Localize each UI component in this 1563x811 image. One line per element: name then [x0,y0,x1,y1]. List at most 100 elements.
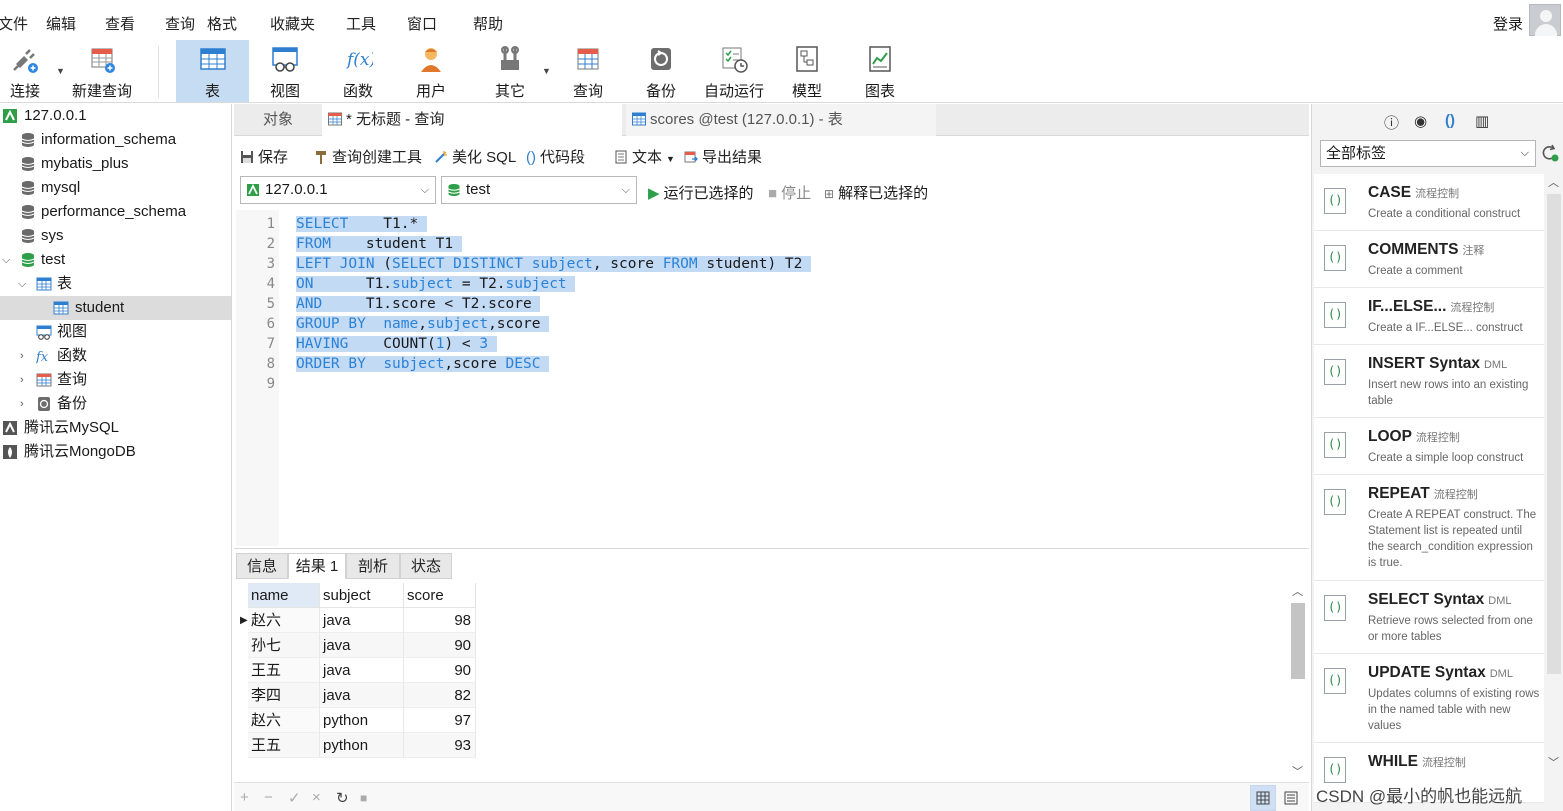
tag-filter-select[interactable]: 全部标签 ⌵ [1320,140,1536,167]
menu-query[interactable]: 查询 [165,13,195,34]
table-cell[interactable]: 90 [404,633,476,658]
chevron-up-icon[interactable]: ︿ [1292,583,1303,599]
menu-window[interactable]: 窗口 [407,13,437,34]
explain-selected-button[interactable]: ⊞ 解释已选择的 [824,182,928,203]
table-cell[interactable]: 93 [404,733,476,758]
text-button[interactable]: 文本 ▼ [614,146,675,167]
tree-db-performance-schema[interactable]: performance_schema [0,200,231,224]
beautify-sql-button[interactable]: 美化 SQL [434,146,516,167]
backup-button[interactable]: 备份 [628,40,694,102]
menu-view[interactable]: 查看 [105,13,135,34]
stop-refresh-button[interactable]: ■ [360,791,367,805]
form-view-button[interactable] [1278,785,1304,811]
table-cell[interactable]: 孙七 [248,633,320,658]
table-cell[interactable]: java [320,633,404,658]
chevron-down-icon[interactable]: ⌵ [18,272,26,296]
tree-connection-localhost[interactable]: 127.0.0.1 [0,104,231,128]
refresh-button[interactable]: ↻ [336,789,349,807]
refresh-snippets-icon[interactable] [1541,144,1559,162]
table-cell[interactable]: 82 [404,683,476,708]
column-header[interactable]: subject [320,583,404,608]
login-link[interactable]: 登录 [1493,13,1523,34]
menu-favorites[interactable]: 收藏夹 [270,13,315,34]
tree-db-information-schema[interactable]: information_schema [0,128,231,152]
eye-icon[interactable]: ◉ [1414,112,1427,130]
table-cell[interactable]: 90 [404,658,476,683]
tree-table-student[interactable]: student [0,296,231,320]
tree-db-sys[interactable]: sys [0,224,231,248]
scrollbar-thumb[interactable] [1547,194,1561,674]
menu-file[interactable]: 文件 [0,13,28,34]
menu-help[interactable]: 帮助 [473,13,503,34]
table-cell[interactable]: 王五 [248,658,320,683]
discard-changes-button[interactable]: × [312,789,321,806]
tree-connection-tencent-mysql[interactable]: 腾讯云MySQL [0,416,231,440]
scrollbar-thumb[interactable] [1291,603,1305,679]
connect-dropdown-caret[interactable]: ▼ [56,66,65,76]
connection-select[interactable]: 127.0.0.1 ⌵ [240,176,436,204]
info-icon[interactable]: ⓘ [1384,112,1399,133]
table-cell[interactable]: 97 [404,708,476,733]
menu-tools[interactable]: 工具 [346,13,376,34]
result-grid[interactable]: name subject score ▶ 赵六 java 98 孙七 java 90 王五 java 9… [236,583,1288,783]
other-dropdown-caret[interactable]: ▼ [542,66,551,76]
tab-status[interactable]: 状态 [400,553,452,579]
chevron-right-icon[interactable]: › [20,368,24,392]
grid-view-button[interactable] [1250,785,1276,811]
function-button[interactable]: f(x) 函数 [322,40,394,102]
add-row-button[interactable]: + [240,789,249,806]
export-results-button[interactable]: 导出结果 [684,146,762,167]
tree-db-mybatis-plus[interactable]: mybatis_plus [0,152,231,176]
table-cell[interactable]: java [320,683,404,708]
menu-edit[interactable]: 编辑 [46,13,76,34]
tab-profile[interactable]: 剖析 [346,553,400,579]
connect-button[interactable]: 连接 [0,40,50,102]
apply-changes-button[interactable]: ✓ [288,789,301,807]
tree-group-functions[interactable]: › fx 函数 [0,344,231,368]
table-cell[interactable]: 王五 [248,733,320,758]
snippet-item[interactable]: () SELECT Syntax DML Retrieve rows selected… [1314,581,1544,654]
snippet-item[interactable]: () UPDATE Syntax DML Updates columns of exi… [1314,654,1544,743]
table-cell[interactable]: 李四 [248,683,320,708]
table-cell[interactable]: 赵六 [248,708,320,733]
chevron-down-icon[interactable]: ⌵ [2,248,10,272]
chevron-down-icon[interactable]: ﹀ [1548,754,1559,770]
view-button[interactable]: 视图 [250,40,320,102]
chevron-right-icon[interactable]: › [20,344,24,368]
avatar[interactable] [1529,4,1561,36]
table-cell[interactable]: python [320,733,404,758]
table-button[interactable]: 表 [176,40,249,102]
code-snippet-panel-icon[interactable]: () [1445,112,1455,129]
snippet-item[interactable]: () COMMENTS 注释 Create a comment [1314,231,1544,288]
snippet-scrollbar[interactable]: ︿ ﹀ [1545,174,1563,770]
other-button[interactable]: 其它 [478,40,542,102]
tree-db-test[interactable]: ⌵ test [0,248,231,272]
user-button[interactable]: 用户 [395,40,467,102]
sql-editor[interactable]: 1 2 3 4 5 6 7 8 9 SELECT T1.* FROM student T1 LE… [236,210,1307,546]
code-snippet-button[interactable]: () 代码段 [526,146,585,167]
tab-objects[interactable]: 对象 [234,104,322,136]
panel-layout-icon[interactable]: ▥ [1475,112,1489,130]
menu-format[interactable]: 格式 [207,13,237,34]
delete-row-button[interactable]: − [264,789,273,806]
tree-group-backups[interactable]: › 备份 [0,392,231,416]
column-header[interactable]: score [404,583,476,608]
tab-untitled-query[interactable]: * 无标题 - 查询 [322,104,622,136]
tree-group-views[interactable]: 视图 [0,320,231,344]
table-cell[interactable]: python [320,708,404,733]
tab-info[interactable]: 信息 [236,553,288,579]
snippet-item[interactable]: () LOOP 流程控制 Create a simple loop construct [1314,418,1544,475]
snippet-item[interactable]: () INSERT Syntax DML Insert new rows into a… [1314,345,1544,418]
table-cell[interactable]: 98 [404,608,476,633]
result-vertical-scrollbar[interactable]: ︿ ﹀ [1289,583,1307,779]
snippet-item[interactable]: () REPEAT 流程控制 Create A REPEAT construct. T… [1314,475,1544,581]
save-button[interactable]: 保存 [240,146,288,167]
autorun-button[interactable]: 自动运行 [698,40,770,102]
model-button[interactable]: 模型 [776,40,838,102]
database-select[interactable]: test ⌵ [441,176,637,204]
run-selected-button[interactable]: ▶ 运行已选择的 [648,182,754,203]
table-cell[interactable]: java [320,658,404,683]
tab-result-1[interactable]: 结果 1 [288,553,346,579]
query-button[interactable]: 查询 [556,40,620,102]
tree-group-queries[interactable]: › 查询 [0,368,231,392]
